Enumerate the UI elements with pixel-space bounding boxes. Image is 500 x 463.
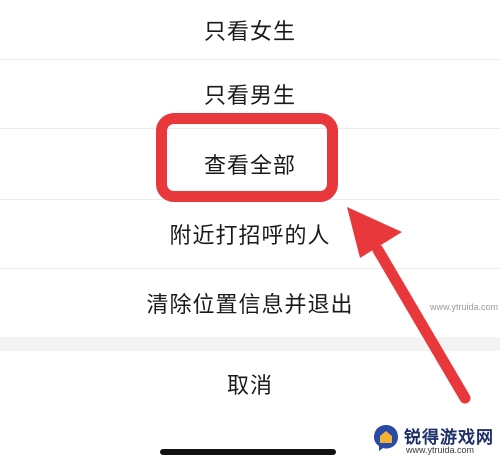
- menu-item-nearby-greetings[interactable]: 附近打招呼的人: [0, 200, 500, 268]
- cancel-label: 取消: [226, 374, 273, 399]
- menu-item-label: 只看女生: [203, 19, 296, 45]
- highlight-box: [156, 113, 338, 202]
- menu-item-clear-location-exit[interactable]: 清除位置信息并退出: [0, 269, 500, 337]
- menu-item-label: 附近打招呼的人: [169, 224, 331, 249]
- menu-item-label: 只看男生: [203, 84, 296, 109]
- menu-item-label: 清除位置信息并退出: [146, 293, 354, 318]
- cancel-button[interactable]: 取消: [0, 351, 500, 417]
- action-sheet: 只看女生 只看男生 查看全部 附近打招呼的人 清除位置信息并退出 取消 www.…: [0, 0, 500, 463]
- watermark-url: www.ytruida.com: [406, 445, 475, 455]
- home-indicator: [160, 449, 336, 455]
- brand-logo-icon: [374, 425, 398, 451]
- section-gap: [0, 337, 500, 351]
- menu-item-female-only[interactable]: 只看女生: [0, 0, 500, 59]
- watermark-url-top: www.ytruida.com: [430, 302, 499, 312]
